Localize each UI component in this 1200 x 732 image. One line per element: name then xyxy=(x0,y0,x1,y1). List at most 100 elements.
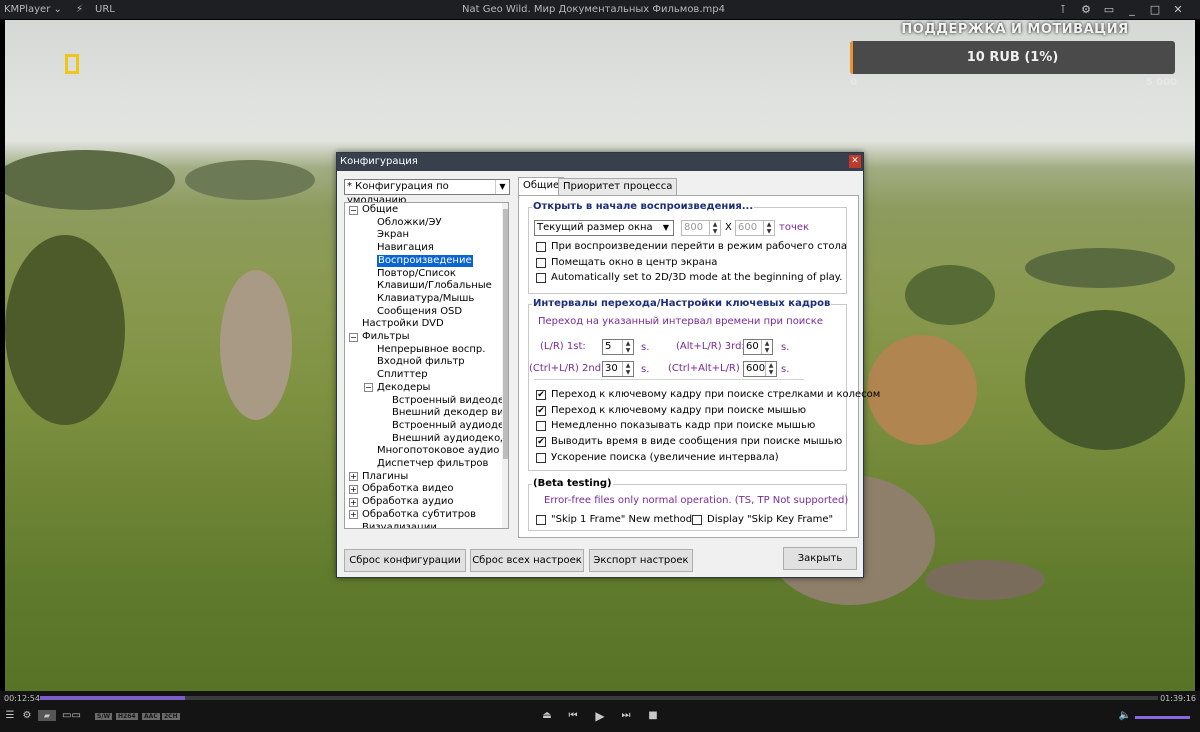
preset-dropdown[interactable]: * Конфигурация по умолчанию ▼ xyxy=(344,179,510,206)
option-checkbox[interactable]: "Skip 1 Frame" New method xyxy=(536,514,692,526)
expand-icon[interactable]: + xyxy=(349,472,358,482)
tab-process-priority[interactable]: Приоритет процесса xyxy=(558,178,678,195)
size-mode-dropdown[interactable]: Текущий размер окна ▼ xyxy=(534,220,674,236)
menu-icon[interactable]: ☰ xyxy=(4,709,16,723)
collapse-icon[interactable]: − xyxy=(349,205,358,215)
tree-item[interactable]: Входной фильтр xyxy=(377,356,465,368)
expand-icon[interactable]: + xyxy=(349,510,358,520)
width-spinner[interactable]: 800 ▲ ▼ xyxy=(681,220,721,236)
tree-item[interactable]: Навигация xyxy=(377,242,434,254)
eject-icon[interactable]: ⏏ xyxy=(540,709,554,723)
collapse-icon[interactable]: − xyxy=(349,332,358,342)
url-button[interactable]: URL xyxy=(95,4,115,15)
interval-spinner[interactable]: 30 ▲ ▼ xyxy=(602,361,634,377)
tree-item[interactable]: Обложки/ЭУ xyxy=(377,217,442,229)
tree-item[interactable]: Клавиатура/Мышь xyxy=(377,293,474,305)
mini-mode-icon[interactable]: ▭ xyxy=(1100,2,1118,17)
interval-spinner[interactable]: 60 ▲ ▼ xyxy=(743,339,773,355)
tree-item[interactable]: Обработка видео xyxy=(362,483,454,495)
interval-spinner[interactable]: 5 ▲ ▼ xyxy=(602,339,634,355)
interval-spinner[interactable]: 600 ▲ ▼ xyxy=(743,361,777,377)
height-value: 600 xyxy=(738,222,758,233)
tree-item[interactable]: Диспетчер фильтров xyxy=(377,458,488,470)
settings-icon[interactable]: ⚙ xyxy=(1077,2,1095,17)
tree-item[interactable]: Настройки DVD xyxy=(362,318,444,330)
expand-icon[interactable]: + xyxy=(349,497,358,507)
checkbox-empty-icon[interactable] xyxy=(536,421,546,432)
tree-scrollbar[interactable] xyxy=(502,203,508,528)
close-button[interactable]: Закрыть xyxy=(783,547,857,570)
checkbox-empty-icon[interactable] xyxy=(692,515,702,525)
minimize-icon[interactable]: _ xyxy=(1123,2,1141,17)
tree-item[interactable]: Фильтры xyxy=(362,331,409,343)
option-checkbox[interactable]: Помещать окно в центр экрана xyxy=(536,257,717,269)
settings-tree[interactable]: − Общие Обложки/ЭУ Экран Навигация Воспроизве… xyxy=(344,202,509,529)
maximize-icon[interactable]: □ xyxy=(1146,2,1164,17)
reset-all-button[interactable]: Сброс всех настроек xyxy=(470,549,584,572)
option-checkbox[interactable]: Automatically set to 2D/3D mode at the b… xyxy=(536,272,842,284)
option-checkbox[interactable]: Ускорение поиска (увеличение интервала) xyxy=(536,452,779,464)
lightning-icon[interactable]: ⚡ xyxy=(76,4,83,15)
checkbox-checked-icon[interactable]: ✔ xyxy=(536,390,546,400)
vr-icon[interactable]: ▭▭ xyxy=(62,709,81,723)
tree-item[interactable]: Многопотоковое аудио xyxy=(377,445,499,457)
tree-item[interactable]: Обработка аудио xyxy=(362,496,454,508)
stop-icon[interactable]: ■ xyxy=(646,709,660,723)
seek-bar[interactable] xyxy=(40,696,1158,700)
checkbox-empty-icon[interactable] xyxy=(536,257,546,268)
option-checkbox[interactable]: Display "Skip Key Frame" xyxy=(692,514,833,526)
checkbox-checked-icon[interactable]: ✔ xyxy=(536,405,546,416)
tree-item[interactable]: Внешний декодер виде xyxy=(392,407,508,419)
expand-icon[interactable]: + xyxy=(349,484,358,494)
spin-arrows-icon[interactable]: ▲ ▼ xyxy=(622,362,633,376)
option-checkbox[interactable]: Немедленно показывать кадр при поиске мы… xyxy=(536,420,815,432)
tree-item[interactable]: Сплиттер xyxy=(377,369,428,381)
tree-item[interactable]: Внешний аудиодекодер xyxy=(392,433,508,445)
collapse-icon[interactable]: − xyxy=(364,383,373,393)
option-checkbox[interactable]: При воспроизведении перейти в режим рабо… xyxy=(536,241,847,253)
3d-icon[interactable]: ▰ xyxy=(38,710,56,721)
volume-slider[interactable] xyxy=(1135,716,1190,719)
tree-item[interactable]: Повтор/Список xyxy=(377,268,456,280)
play-icon[interactable]: ▶ xyxy=(593,709,607,723)
spin-arrows-icon[interactable]: ▲ ▼ xyxy=(709,221,720,235)
close-icon[interactable]: ✕ xyxy=(1169,2,1187,17)
option-checkbox[interactable]: ✔ Выводить время в виде сообщения при пои… xyxy=(536,436,842,448)
next-icon[interactable]: ⏭ xyxy=(619,709,633,723)
pin-icon[interactable]: ⊺ xyxy=(1054,2,1072,17)
option-checkbox[interactable]: ✔ Переход к ключевому кадру при поиске ст… xyxy=(536,389,880,401)
checkbox-empty-icon[interactable] xyxy=(536,515,546,525)
tree-item[interactable]: Встроенный аудиодекс xyxy=(392,420,508,432)
spin-arrows-icon[interactable]: ▲ ▼ xyxy=(622,340,633,354)
checkbox-label: Немедленно показывать кадр при поиске мы… xyxy=(551,420,816,432)
tree-scroll-thumb[interactable] xyxy=(503,209,508,459)
option-checkbox[interactable]: ✔ Переход к ключевому кадру при поиске мы… xyxy=(536,405,806,417)
checkbox-empty-icon[interactable] xyxy=(536,242,546,252)
checkbox-empty-icon[interactable] xyxy=(536,273,546,283)
tree-item[interactable]: Общие xyxy=(362,204,398,216)
tree-item[interactable]: Сообщения OSD xyxy=(377,306,462,318)
tree-item[interactable]: Встроенный видеодекс xyxy=(392,395,508,407)
tree-item[interactable]: Непрерывное воспр. xyxy=(377,344,485,356)
checkbox-checked-icon[interactable]: ✔ xyxy=(536,437,546,448)
spin-arrows-icon[interactable]: ▲ ▼ xyxy=(763,221,774,235)
export-settings-button[interactable]: Экспорт настроек xyxy=(589,549,693,572)
interval-unit: s. xyxy=(641,364,650,375)
tree-item[interactable]: Воспроизведение xyxy=(377,254,473,267)
settings-icon[interactable]: ⚙ xyxy=(20,709,34,723)
tree-item[interactable]: Экран xyxy=(377,229,409,241)
checkbox-empty-icon[interactable] xyxy=(536,452,546,463)
previous-icon[interactable]: ⏮ xyxy=(566,709,580,723)
tree-item[interactable]: Обработка субтитров xyxy=(362,509,476,521)
kmplayer-logo-menu[interactable]: KMPlayer ⌄ xyxy=(4,4,62,15)
tree-item[interactable]: Клавиши/Глобальные xyxy=(377,280,492,292)
reset-config-button[interactable]: Сброс конфигурации xyxy=(344,549,466,572)
spin-arrows-icon[interactable]: ▲ ▼ xyxy=(765,362,776,376)
dialog-close-button[interactable]: ✕ xyxy=(849,155,861,168)
tree-item[interactable]: Декодеры xyxy=(377,382,430,394)
tree-item[interactable]: Плагины xyxy=(362,471,408,483)
tree-item[interactable]: Визуализации xyxy=(362,522,437,529)
volume-icon[interactable]: 🔈 xyxy=(1118,709,1132,723)
spin-arrows-icon[interactable]: ▲ ▼ xyxy=(761,340,772,354)
height-spinner[interactable]: 600 ▲ ▼ xyxy=(735,220,775,236)
